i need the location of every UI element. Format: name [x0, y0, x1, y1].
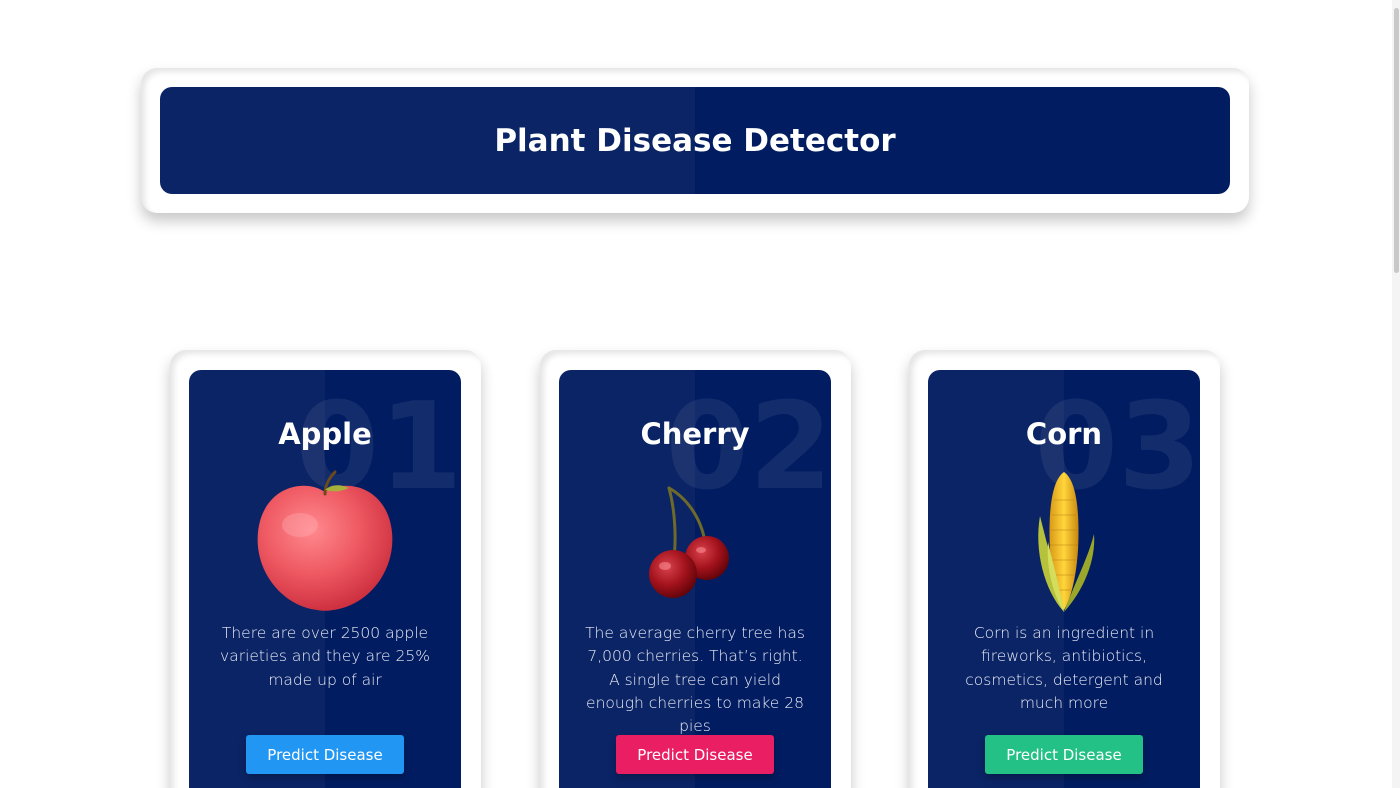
- page: Plant Disease Detector 01 Apple There ar…: [0, 0, 1400, 788]
- card-description: The average cherry tree has 7,000 cherri…: [585, 624, 805, 736]
- card-panel: 03 Corn Corn is an ingredient in firewor…: [928, 370, 1200, 788]
- apple-image: [257, 470, 393, 611]
- card-description: Corn is an ingredient in fireworks, anti…: [965, 624, 1163, 712]
- header-card: Plant Disease Detector: [141, 68, 1249, 213]
- predict-disease-button-corn[interactable]: Predict Disease: [985, 735, 1143, 774]
- card-description: There are over 2500 apple varieties and …: [220, 624, 430, 689]
- page-scrollbar[interactable]: [1392, 0, 1400, 788]
- scrollbar-thumb[interactable]: [1394, 8, 1399, 273]
- card-title: Corn: [1025, 417, 1103, 451]
- card-panel: 02 Cherry The average cherry tree has 7,…: [559, 370, 831, 788]
- predict-disease-button-apple[interactable]: Predict Disease: [246, 735, 404, 774]
- corn-image: [1038, 472, 1095, 612]
- predict-disease-button-cherry[interactable]: Predict Disease: [616, 735, 774, 774]
- card-title: Apple: [278, 417, 372, 451]
- card-corn: 03 Corn Corn is an ingredient in firewor…: [909, 350, 1220, 788]
- card-apple: 01 Apple There are over 2500 apple varie…: [170, 350, 481, 788]
- card-panel: 01 Apple There are over 2500 apple varie…: [189, 370, 461, 788]
- page-title: Plant Disease Detector: [494, 122, 896, 159]
- header-banner: Plant Disease Detector: [160, 87, 1230, 194]
- card-title: Cherry: [640, 417, 750, 451]
- cherry-image: [649, 486, 729, 598]
- card-cherry: 02 Cherry The average cherry tree has 7,…: [540, 350, 851, 788]
